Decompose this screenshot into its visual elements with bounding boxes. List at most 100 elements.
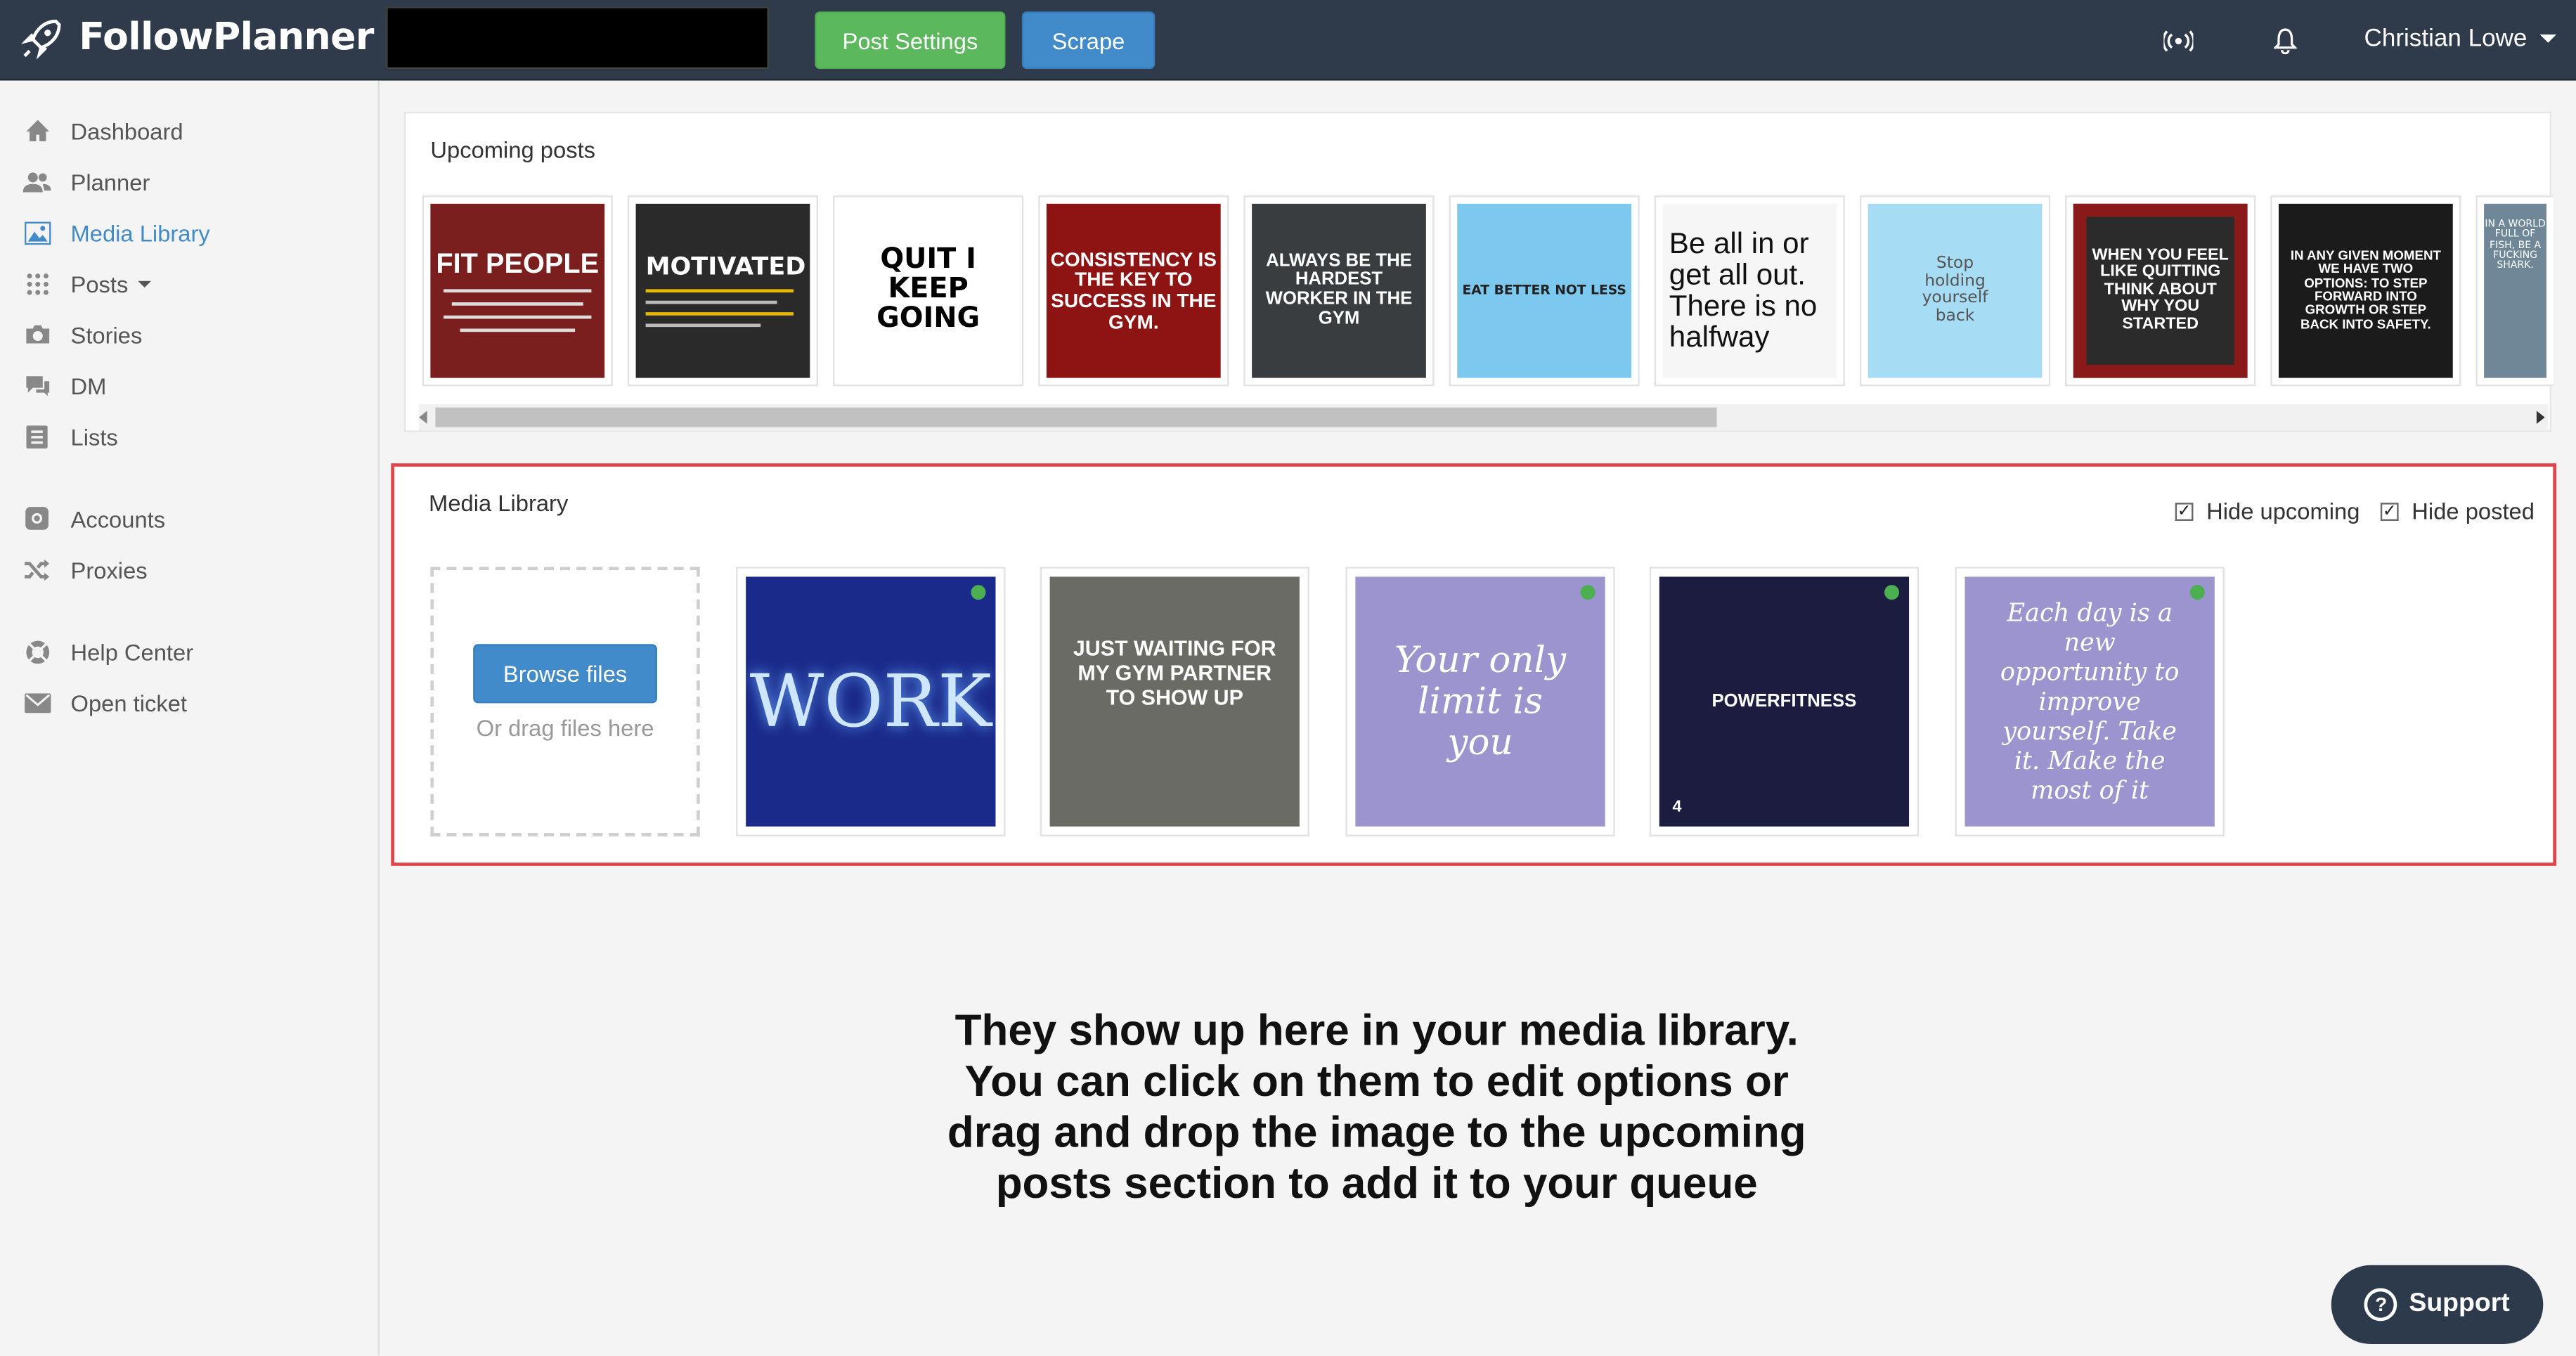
- sidebar-item-label: Media Library: [70, 219, 210, 246]
- scroll-left-arrow-icon[interactable]: [419, 411, 427, 425]
- thumb-text: WHEN YOU FEEL LIKE QUITTING THINK ABOUT …: [2092, 246, 2229, 333]
- thumb-text: EAT BETTER NOT LESS: [1462, 282, 1626, 297]
- scrollbar-thumb[interactable]: [435, 407, 1717, 427]
- users-icon: [22, 167, 51, 195]
- sidebar-item-label: Proxies: [70, 556, 148, 583]
- thumb-text: IN A WORLD FULL OF FISH, BE A FUCKING SH…: [2485, 218, 2546, 272]
- hide-upcoming-label: Hide upcoming: [2206, 498, 2360, 524]
- upcoming-post-thumb[interactable]: IN ANY GIVEN MOMENT WE HAVE TWO OPTIONS:…: [2270, 195, 2461, 387]
- instagram-icon: [23, 505, 51, 533]
- sidebar-item-planner[interactable]: Planner: [22, 167, 150, 195]
- tutorial-caption: They show up here in your media library.…: [947, 1005, 1806, 1208]
- sidebar-item-proxies[interactable]: Proxies: [23, 555, 148, 583]
- media-item-text: Each day is a new opportunity to improve…: [2000, 598, 2180, 806]
- sidebar-item-posts[interactable]: Posts: [23, 269, 152, 297]
- sidebar: Dashboard Planner Media Library Posts St…: [0, 80, 380, 1356]
- sidebar-item-label: Lists: [70, 422, 118, 450]
- media-item-text: Your only limit is you: [1394, 640, 1567, 763]
- media-item[interactable]: Each day is a new opportunity to improve…: [1955, 567, 2225, 837]
- envelope-icon: [23, 688, 51, 716]
- sidebar-item-label: Accounts: [70, 505, 166, 532]
- hide-posted-toggle[interactable]: ✓ Hide posted: [2380, 498, 2535, 524]
- upcoming-post-thumb[interactable]: IN A WORLD FULL OF FISH, BE A FUCKING SH…: [2475, 195, 2554, 387]
- sidebar-item-help-center[interactable]: Help Center: [23, 638, 193, 666]
- horizontal-scrollbar[interactable]: [419, 404, 2549, 431]
- thumb-text: Stop holding yourself back: [1922, 254, 1988, 325]
- media-item[interactable]: JUST WAITING FOR MY GYM PARTNER TO SHOW …: [1040, 567, 1309, 837]
- thumb-text: FIT PEOPLE: [436, 248, 600, 280]
- support-button[interactable]: ? Support: [2331, 1265, 2544, 1344]
- post-settings-button[interactable]: Post Settings: [815, 11, 1006, 70]
- upcoming-post-thumb[interactable]: MOTIVATED: [627, 195, 819, 387]
- media-library-panel: Media Library ✓ Hide upcoming ✓ Hide pos…: [391, 463, 2556, 866]
- hide-posted-checkbox[interactable]: ✓: [2380, 502, 2399, 520]
- scroll-right-arrow-icon[interactable]: [2536, 411, 2545, 425]
- broadcast-icon[interactable]: [2162, 25, 2195, 58]
- media-item[interactable]: Your only limit is you: [1345, 567, 1615, 837]
- user-menu[interactable]: Christian Lowe: [2364, 25, 2557, 53]
- status-dot: [1580, 585, 1596, 600]
- media-item-text: WORK: [749, 659, 992, 744]
- list-icon: [23, 422, 51, 451]
- sidebar-item-label: Planner: [70, 168, 150, 195]
- rocket-icon: [20, 20, 61, 60]
- grid-icon: [23, 269, 51, 297]
- media-item[interactable]: POWERFITNESS 4: [1649, 567, 1920, 837]
- sidebar-item-label: Stories: [70, 321, 143, 348]
- upcoming-post-thumb[interactable]: EAT BETTER NOT LESS: [1449, 195, 1640, 387]
- image-icon: [23, 219, 51, 247]
- upcoming-posts-panel: Upcoming posts FIT PEOPLE MOTIVATED QUIT…: [404, 111, 2554, 432]
- thumb-text: ALWAYS BE THE HARDEST WORKER IN THE GYM: [1265, 251, 1413, 328]
- upcoming-post-thumb[interactable]: CONSISTENCY IS THE KEY TO SUCCESS IN THE…: [1038, 195, 1229, 387]
- question-icon: ?: [2364, 1288, 2398, 1322]
- drag-files-hint: Or drag files here: [476, 714, 654, 742]
- upcoming-posts-title: Upcoming posts: [430, 136, 596, 163]
- brand-name: FollowPlanner: [79, 16, 374, 60]
- thumb-text: CONSISTENCY IS THE KEY TO SUCCESS IN THE…: [1050, 247, 1217, 333]
- thumb-text: IN ANY GIVEN MOMENT WE HAVE TWO OPTIONS:…: [2290, 247, 2441, 332]
- sidebar-item-media-library[interactable]: Media Library: [23, 219, 210, 247]
- browse-files-button[interactable]: Browse files: [473, 644, 657, 704]
- chevron-down-icon: [2540, 34, 2557, 43]
- chat-icon: [23, 371, 51, 399]
- user-name: Christian Lowe: [2364, 25, 2528, 53]
- upcoming-post-thumb[interactable]: Stop holding yourself back: [1859, 195, 2051, 387]
- brand-logo[interactable]: FollowPlanner: [20, 15, 374, 60]
- file-dropzone[interactable]: Browse files Or drag files here: [430, 567, 700, 837]
- sidebar-item-open-ticket[interactable]: Open ticket: [23, 688, 187, 716]
- hide-upcoming-checkbox[interactable]: ✓: [2175, 502, 2194, 520]
- chevron-down-icon: [138, 280, 152, 287]
- sidebar-item-dashboard[interactable]: Dashboard: [23, 117, 183, 145]
- sidebar-item-accounts[interactable]: Accounts: [23, 505, 165, 533]
- upcoming-post-thumb[interactable]: Be all in or get all out. There is no ha…: [1654, 195, 1845, 387]
- media-item[interactable]: WORK: [736, 567, 1006, 837]
- shuffle-icon: [23, 555, 51, 583]
- app-root: FollowPlanner Post Settings Scrape Chris…: [0, 0, 2576, 1356]
- upcoming-post-thumb[interactable]: WHEN YOU FEEL LIKE QUITTING THINK ABOUT …: [2065, 195, 2256, 387]
- upcoming-post-thumb[interactable]: ALWAYS BE THE HARDEST WORKER IN THE GYM: [1243, 195, 1435, 387]
- upcoming-post-thumb[interactable]: FIT PEOPLE: [422, 195, 613, 387]
- sidebar-item-lists[interactable]: Lists: [23, 422, 118, 451]
- sidebar-item-label: Posts: [70, 270, 129, 297]
- scrape-button[interactable]: Scrape: [1021, 11, 1156, 70]
- home-icon: [23, 117, 51, 145]
- redacted-search-box[interactable]: [386, 6, 769, 70]
- hide-upcoming-toggle[interactable]: ✓ Hide upcoming: [2175, 498, 2360, 524]
- bell-icon[interactable]: [2269, 25, 2302, 58]
- thumb-text: Be all in or get all out. There is no ha…: [1669, 227, 1818, 354]
- status-dot: [2189, 585, 2205, 600]
- upcoming-post-thumb[interactable]: QUIT I KEEP GOING: [833, 195, 1024, 387]
- media-item-text: JUST WAITING FOR MY GYM PARTNER TO SHOW …: [1073, 635, 1276, 710]
- camera-icon: [23, 321, 51, 349]
- support-label: Support: [2409, 1289, 2510, 1318]
- media-item-badge: 4: [1672, 798, 1682, 817]
- status-dot: [1884, 585, 1900, 600]
- sidebar-item-label: Dashboard: [70, 117, 183, 144]
- media-library-title: Media Library: [429, 489, 569, 516]
- thumb-text: QUIT I KEEP GOING: [876, 243, 980, 335]
- sidebar-item-stories[interactable]: Stories: [23, 321, 143, 349]
- sidebar-item-dm[interactable]: DM: [23, 371, 107, 399]
- sidebar-item-label: DM: [70, 372, 107, 399]
- status-dot: [971, 585, 986, 600]
- top-navbar: FollowPlanner Post Settings Scrape Chris…: [0, 0, 2576, 81]
